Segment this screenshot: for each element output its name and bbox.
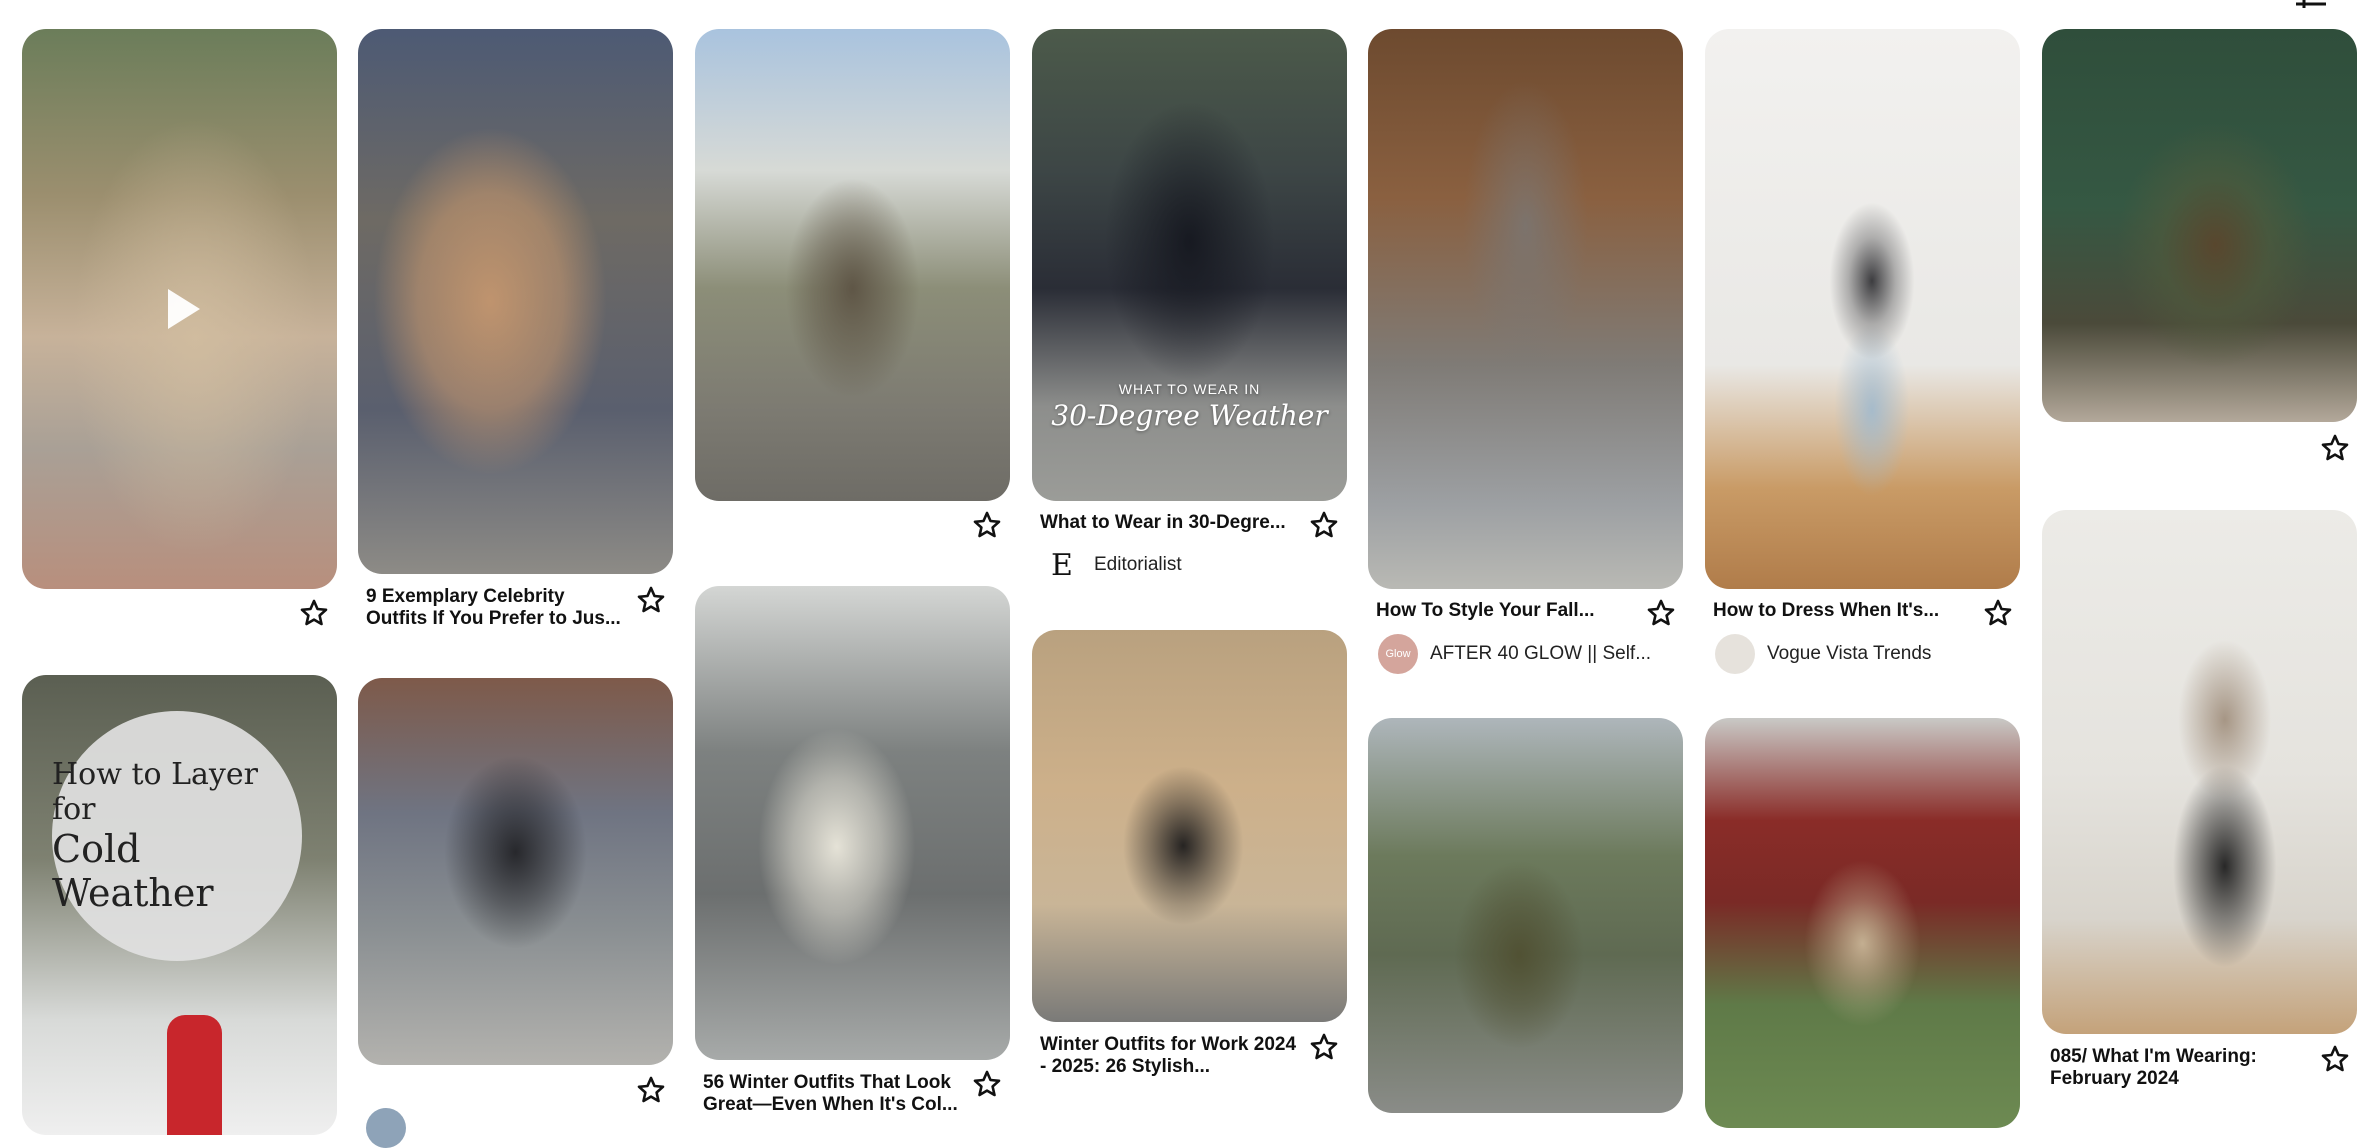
pin-image-p6[interactable] <box>1705 29 2020 589</box>
pin-title-p5[interactable]: How To Style Your Fall... <box>1376 600 1636 622</box>
creator-avatar-p6 <box>1715 634 1755 674</box>
creator-name-p5: AFTER 40 GLOW || Self... <box>1430 643 1652 664</box>
save-star-button-p11[interactable] <box>1309 1032 1339 1062</box>
badge-line1: How to Layer for <box>52 757 258 827</box>
pin-title-p6[interactable]: How to Dress When It's... <box>1713 600 1973 622</box>
pin-image-p2[interactable] <box>358 29 673 574</box>
save-star-button-p1[interactable] <box>299 598 329 628</box>
pin-title-p10[interactable]: 56 Winter Outfits That Look Great—Even W… <box>703 1072 973 1116</box>
creator-row-p4[interactable]: E Editorialist <box>1042 545 1182 585</box>
pin-image-p4[interactable]: WHAT TO WEAR IN 30-Degree Weather <box>1032 29 1347 501</box>
creator-row-p6[interactable]: Vogue Vista Trends <box>1715 634 1931 674</box>
pin-image-p3[interactable] <box>695 29 1010 501</box>
pin-title-p4[interactable]: What to Wear in 30-Degre... <box>1040 512 1300 534</box>
pin-image-p13[interactable] <box>1705 718 2020 1128</box>
pin-image-p11[interactable] <box>1032 630 1347 1022</box>
save-star-button-p4[interactable] <box>1309 510 1339 540</box>
save-star-button-p3[interactable] <box>972 510 1002 540</box>
save-star-button-p14[interactable] <box>2320 1044 2350 1074</box>
pin-image-p7[interactable] <box>2042 29 2357 422</box>
pin-title-p11[interactable]: Winter Outfits for Work 2024 - 2025: 26 … <box>1040 1034 1300 1078</box>
pin-image-p10[interactable] <box>695 586 1010 1060</box>
creator-avatar-p5: Glow <box>1378 634 1418 674</box>
pin-title-p14[interactable]: 085/ What I'm Wearing: February 2024 <box>2050 1046 2300 1090</box>
save-star-button-p10[interactable] <box>972 1069 1002 1099</box>
pin-image-p9[interactable] <box>358 678 673 1065</box>
badge-line2: Cold Weather <box>52 827 214 915</box>
pin-image-p5[interactable] <box>1368 29 1683 589</box>
pin-overlay-line2: 30-Degree Weather <box>1051 399 1328 432</box>
pin-image-p8[interactable]: How to Layer for Cold Weather <box>22 675 337 1135</box>
creator-avatar-p9[interactable] <box>366 1108 406 1148</box>
pin-overlay-line1: WHAT TO WEAR IN <box>1118 381 1261 397</box>
pin-image-p1[interactable] <box>22 29 337 589</box>
save-star-button-p9[interactable] <box>636 1075 666 1105</box>
filter-icon[interactable] <box>2294 0 2328 12</box>
save-star-button-p5[interactable] <box>1646 598 1676 628</box>
creator-name-p6: Vogue Vista Trends <box>1767 643 1932 664</box>
creator-name-p4: Editorialist <box>1094 554 1182 575</box>
save-star-button-p7[interactable] <box>2320 433 2350 463</box>
pin-image-p14[interactable] <box>2042 510 2357 1034</box>
save-star-button-p2[interactable] <box>636 585 666 615</box>
cold-weather-badge: How to Layer for Cold Weather <box>52 711 302 961</box>
creator-avatar-p4: E <box>1042 545 1082 585</box>
save-star-button-p6[interactable] <box>1983 598 2013 628</box>
play-icon[interactable] <box>152 281 208 337</box>
pin-image-p12[interactable] <box>1368 718 1683 1113</box>
creator-row-p5[interactable]: Glow AFTER 40 GLOW || Self... <box>1378 634 1651 674</box>
pin-title-p2[interactable]: 9 Exemplary Celebrity Outfits If You Pre… <box>366 586 626 630</box>
